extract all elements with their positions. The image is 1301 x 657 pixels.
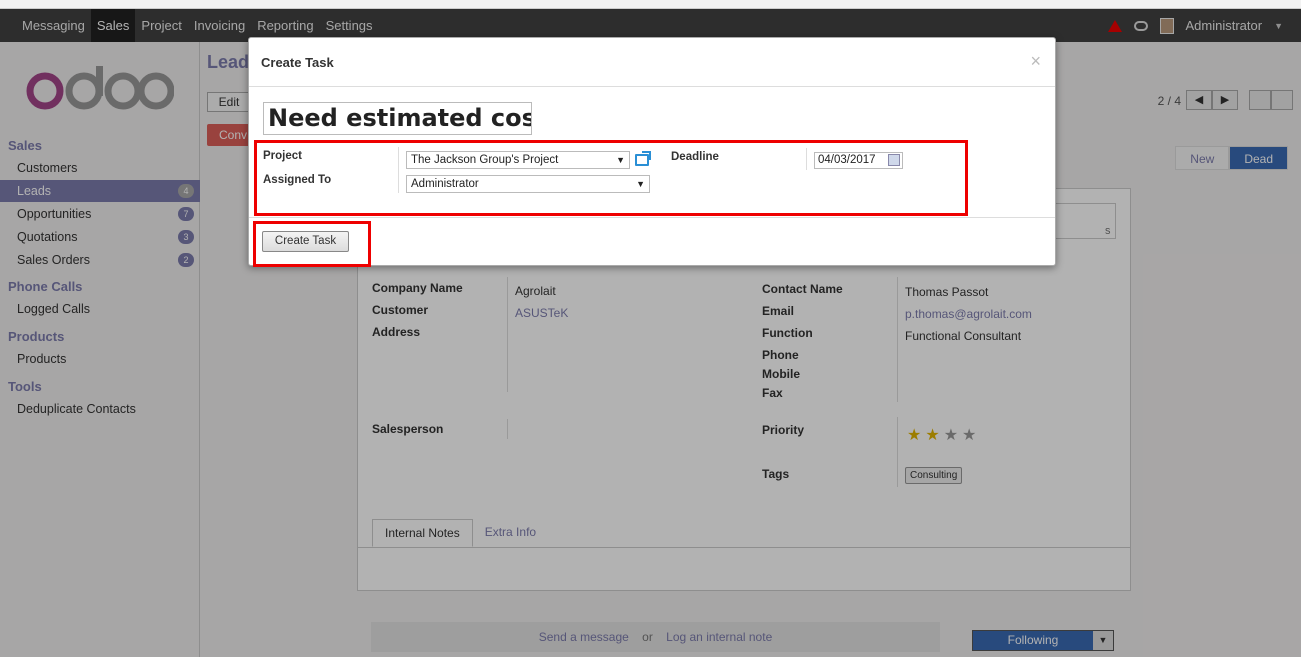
dialog-header: Create Task × <box>249 38 1055 87</box>
task-name-input[interactable]: Need estimated cost for <box>263 102 532 135</box>
divider <box>249 217 1055 218</box>
close-icon[interactable]: × <box>1030 51 1041 72</box>
highlight-box-fields <box>254 140 968 216</box>
dialog-title: Create Task <box>261 55 334 70</box>
browser-tab-strip <box>0 0 1301 9</box>
highlight-box-button <box>253 221 371 267</box>
